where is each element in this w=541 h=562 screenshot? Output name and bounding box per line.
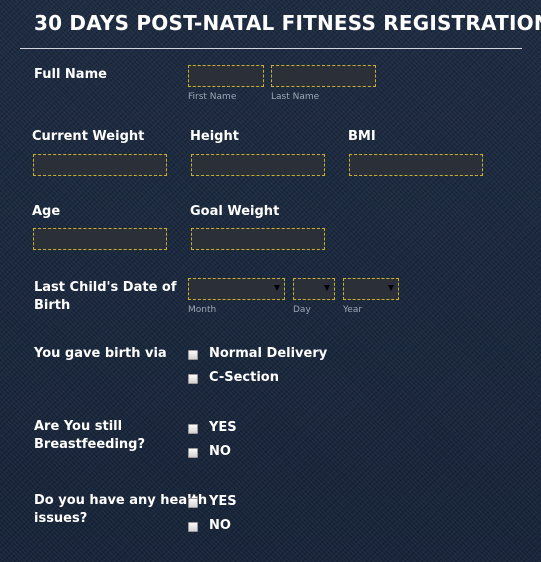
- full-name-label: Full Name: [34, 67, 107, 82]
- height-input[interactable]: [191, 154, 325, 176]
- breastfeeding-label: Are You still Breastfeeding?: [34, 418, 145, 454]
- c-section-label: C-Section: [209, 370, 279, 385]
- birth-via-label: You gave birth via: [34, 346, 167, 361]
- c-section-checkbox[interactable]: [188, 374, 198, 384]
- goal-weight-input[interactable]: [191, 228, 325, 250]
- health-issues-label-line2: issues?: [34, 511, 88, 526]
- month-select[interactable]: [188, 278, 285, 300]
- age-input[interactable]: [33, 228, 167, 250]
- year-select[interactable]: [343, 278, 399, 300]
- height-label: Height: [190, 129, 239, 144]
- first-name-sublabel: First Name: [188, 92, 237, 102]
- health-no-label: NO: [209, 518, 231, 533]
- health-yes-checkbox[interactable]: [188, 498, 198, 508]
- goal-weight-label: Goal Weight: [190, 204, 280, 219]
- form-title: 30 DAYS POST-NATAL FITNESS REGISTRATION: [34, 11, 541, 35]
- child-dob-label-line2: Birth: [34, 298, 71, 313]
- breastfeeding-yes-label: YES: [209, 420, 237, 435]
- age-label: Age: [32, 204, 61, 219]
- day-select[interactable]: [293, 278, 335, 300]
- current-weight-label: Current Weight: [32, 129, 145, 144]
- breastfeeding-yes-checkbox[interactable]: [188, 424, 198, 434]
- current-weight-input[interactable]: [33, 154, 167, 176]
- child-dob-label: Last Child's Date of Birth: [34, 279, 177, 315]
- bmi-input[interactable]: [349, 154, 483, 176]
- chevron-down-icon: [324, 285, 330, 291]
- normal-delivery-checkbox[interactable]: [188, 350, 198, 360]
- month-sublabel: Month: [188, 305, 217, 315]
- health-no-checkbox[interactable]: [188, 522, 198, 532]
- year-sublabel: Year: [343, 305, 363, 315]
- health-issues-label: Do you have any health issues?: [34, 492, 207, 528]
- last-name-sublabel: Last Name: [271, 92, 320, 102]
- child-dob-label-line1: Last Child's Date of: [34, 280, 177, 295]
- health-issues-label-line1: Do you have any health: [34, 493, 208, 508]
- chevron-down-icon: [274, 285, 280, 291]
- bmi-label: BMI: [348, 129, 376, 144]
- title-divider: [20, 48, 522, 49]
- chevron-down-icon: [388, 285, 394, 291]
- breastfeeding-label-line1: Are You still: [34, 419, 123, 434]
- normal-delivery-label: Normal Delivery: [209, 346, 328, 361]
- day-sublabel: Day: [293, 305, 311, 315]
- health-yes-label: YES: [209, 494, 237, 509]
- breastfeeding-label-line2: Breastfeeding?: [34, 437, 146, 452]
- first-name-input[interactable]: [188, 65, 264, 87]
- breastfeeding-no-checkbox[interactable]: [188, 448, 198, 458]
- breastfeeding-no-label: NO: [209, 444, 231, 459]
- last-name-input[interactable]: [271, 65, 376, 87]
